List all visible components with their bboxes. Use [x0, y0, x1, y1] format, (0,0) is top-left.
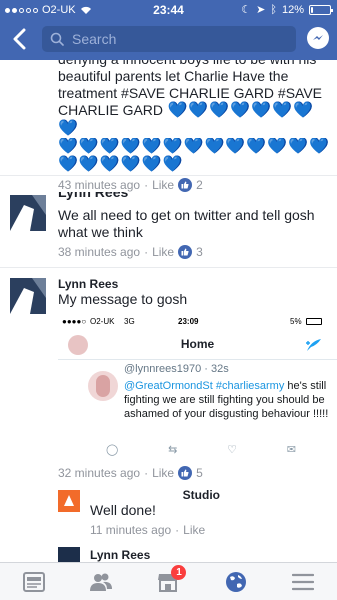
tweet-text-part: fighting we are still fighting you shoul… — [124, 394, 310, 406]
comment-text-line: We all need to get on twitter and tell g… — [58, 207, 315, 223]
commenter-name[interactable]: Lynn Rees — [58, 277, 328, 291]
tweet-hashtag: #charliesarmy — [215, 380, 285, 392]
compose-tweet-icon — [306, 339, 321, 351]
tweet-text-part: he's still — [287, 380, 327, 392]
tab-marketplace[interactable]: 1 — [148, 564, 188, 597]
separator: · — [144, 178, 149, 192]
avatar[interactable] — [58, 547, 80, 563]
comment: Lynn Rees My message to gosh — [58, 277, 328, 308]
avatar[interactable] — [58, 490, 80, 512]
screenshot-network: 3G — [124, 317, 135, 326]
tab-friends[interactable] — [81, 567, 121, 597]
divider — [0, 267, 337, 268]
screenshot-time: 23:09 — [178, 317, 199, 326]
friends-icon — [90, 573, 113, 591]
tweet-text-part: behaviour !!!!! — [261, 408, 329, 420]
reply-icon: ◯ — [106, 444, 119, 456]
comment-meta: 43 minutes ago · Like 2 — [58, 178, 328, 192]
thumbs-up-icon — [178, 466, 193, 480]
thumbs-up-icon — [178, 178, 193, 192]
screenshot-divider — [58, 359, 337, 360]
menu-icon — [292, 573, 315, 590]
comment-time: 32 minutes ago — [58, 466, 141, 480]
blue-hearts-emoji: 💙💙💙💙💙💙💙💙💙💙💙💙💙💙 — [58, 138, 328, 155]
notification-badge: 1 — [171, 564, 187, 580]
screenshot-battery-icon — [306, 318, 322, 325]
comment-time: 38 minutes ago — [58, 245, 141, 259]
comment-text-partial: denying a innocent boys life to be with … — [58, 60, 328, 68]
comment-text-line: beautiful parents let Charlie Have the — [58, 68, 289, 84]
like-link[interactable]: Like — [152, 245, 174, 259]
screenshot-title: Home — [180, 337, 215, 351]
comment: Lynn Rees We all need to get on twitter … — [58, 192, 328, 259]
tab-menu[interactable] — [283, 567, 323, 597]
like-link[interactable]: Like — [152, 466, 174, 480]
reply-text: Well done! — [90, 502, 156, 518]
messenger-button[interactable] — [307, 27, 329, 49]
next-replier-name-partial[interactable]: Lynn Rees — [90, 548, 150, 562]
reaction-count: 2 — [196, 178, 203, 192]
back-arrow-icon[interactable] — [10, 28, 30, 50]
comment-text-line: what we think — [58, 224, 143, 240]
screenshot-status-bar: ●●●●○ O2-UK 3G 23:09 5% — [58, 315, 337, 329]
bottom-tab-bar: 1 — [0, 562, 337, 600]
top-bar: O2-UK 23:44 ☾ ➤ ᛒ 12% Search — [0, 0, 337, 60]
heart-icon: ♡ — [227, 444, 237, 456]
moon-icon: ☾ — [241, 4, 252, 16]
divider — [0, 175, 337, 176]
messenger-icon — [313, 35, 323, 40]
globe-icon — [225, 571, 246, 592]
comments-list: denying a innocent boys life to be with … — [0, 60, 337, 563]
search-placeholder: Search — [72, 31, 117, 47]
screenshot-carrier: O2-UK — [90, 317, 115, 326]
separator: · — [144, 466, 149, 480]
thumbs-up-icon — [178, 245, 193, 259]
retweet-icon: ⇆ — [168, 444, 178, 456]
commenter-name-partial[interactable]: Lynn Rees — [58, 192, 328, 201]
avatar[interactable] — [10, 278, 46, 314]
comment-text-line: CHARLIE GARD — [58, 102, 164, 118]
reply: Studio Well done! 11 minutes ago · Like — [90, 488, 330, 537]
comment-text: My message to gosh — [58, 291, 188, 307]
tab-groups[interactable] — [216, 567, 256, 597]
search-icon — [50, 32, 64, 46]
tweet-text: @GreatOrmondSt #charliesarmy he's still … — [124, 379, 329, 421]
screenshot-battery: 5% — [290, 317, 302, 326]
direct-message-icon: ✉ — [286, 444, 296, 456]
replier-name-partial[interactable]: Studio — [90, 488, 330, 502]
reply-meta: 11 minutes ago · Like — [90, 523, 330, 537]
news-feed-icon — [22, 571, 45, 592]
separator: · — [175, 523, 180, 537]
search-input[interactable]: Search — [42, 26, 296, 52]
tweet-actions: ◯ ⇆ ♡ ✉ — [106, 443, 296, 456]
comment: denying a innocent boys life to be with … — [58, 60, 328, 192]
battery-icon — [309, 4, 333, 15]
location-icon: ➤ — [256, 4, 266, 16]
reply-time: 11 minutes ago — [90, 523, 172, 537]
blue-hearts-emoji: 💙💙💙💙💙💙 — [58, 156, 184, 173]
comment-time: 43 minutes ago — [58, 178, 141, 192]
comment-meta: 32 minutes ago · Like 5 — [58, 466, 203, 480]
comment-text-line: treatment #SAVE CHARLIE GARD #SAVE — [58, 85, 323, 101]
reaction-count: 5 — [196, 466, 203, 480]
tab-news-feed[interactable] — [14, 567, 54, 597]
comment-meta: 38 minutes ago · Like 3 — [58, 245, 328, 259]
bluetooth-icon: ᛒ — [270, 3, 277, 16]
tweet-avatar — [88, 371, 118, 401]
tweet-handle: @lynnrees1970 · 32s — [124, 363, 229, 375]
reaction-count: 3 — [196, 245, 203, 259]
separator: · — [144, 245, 149, 259]
like-link[interactable]: Like — [183, 523, 205, 537]
battery-percent: 12% — [281, 3, 304, 16]
status-bar: O2-UK 23:44 ☾ ➤ ᛒ 12% — [0, 0, 337, 20]
avatar[interactable] — [10, 195, 46, 231]
navigation-row: Search — [0, 22, 337, 56]
screenshot-signal-icon: ●●●●○ — [62, 317, 87, 326]
like-link[interactable]: Like — [152, 178, 174, 192]
comment-meta-wrap: 32 minutes ago · Like 5 — [58, 466, 203, 480]
tweet-mention: @GreatOrmondSt — [124, 380, 213, 392]
